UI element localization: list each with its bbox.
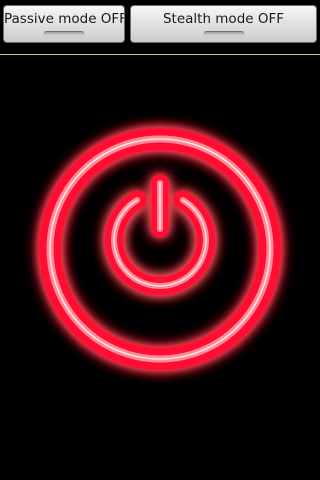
passive-mode-indicator xyxy=(44,31,84,36)
power-area xyxy=(0,55,320,480)
passive-mode-label: Passive mode OFF xyxy=(4,11,124,27)
stealth-mode-label: Stealth mode OFF xyxy=(162,11,285,27)
stealth-mode-indicator xyxy=(203,31,244,36)
flashlight-screen: Passive mode OFF Stealth mode OFF xyxy=(0,0,320,480)
power-ring xyxy=(39,128,281,370)
passive-mode-toggle-button[interactable]: Passive mode OFF xyxy=(3,5,125,43)
stealth-mode-toggle-button[interactable]: Stealth mode OFF xyxy=(130,5,317,43)
power-button[interactable] xyxy=(10,99,310,399)
power-icon xyxy=(105,174,215,295)
